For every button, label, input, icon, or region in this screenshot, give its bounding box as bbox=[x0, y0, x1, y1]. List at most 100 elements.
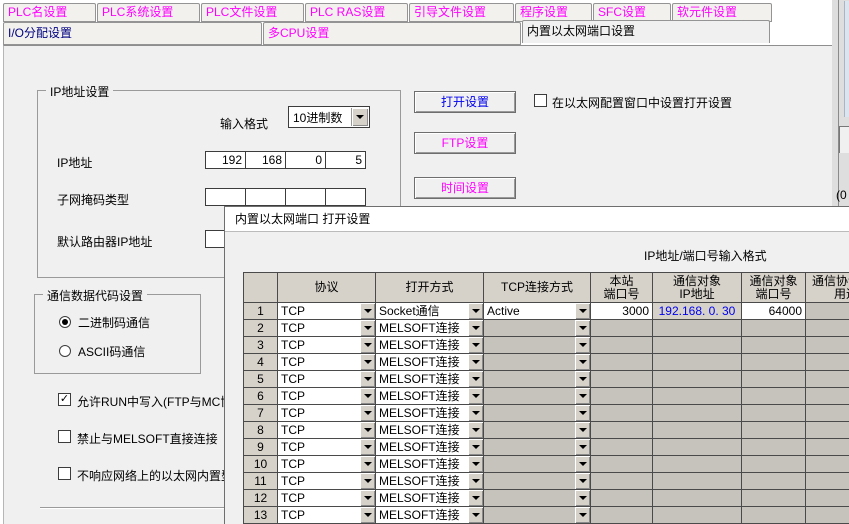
open-method-dropdown[interactable]: MELSOFT连接 bbox=[376, 439, 484, 456]
open-method-dropdown[interactable]: MELSOFT连接 bbox=[376, 371, 484, 388]
dropdown-arrow bbox=[364, 462, 372, 466]
tab-plc-ras[interactable]: PLC RAS设置 bbox=[305, 3, 408, 22]
protocol-dropdown[interactable]: TCP bbox=[278, 422, 376, 439]
subnet-octet-4[interactable] bbox=[325, 188, 366, 206]
chevron-down-icon[interactable] bbox=[360, 490, 375, 506]
open-method-dropdown[interactable]: MELSOFT连接 bbox=[376, 456, 484, 473]
tcp-mode-dropdown[interactable]: Active bbox=[484, 303, 591, 320]
allow-run-write-label[interactable]: 允许RUN中写入(FTP与MC协议) bbox=[77, 393, 248, 410]
dest-port-cell[interactable]: 64000 bbox=[742, 303, 806, 320]
host-port-cell[interactable]: 3000 bbox=[591, 303, 653, 320]
ip-octet-4[interactable]: 5 bbox=[325, 151, 366, 169]
time-settings-button[interactable]: 时间设置 bbox=[414, 177, 516, 199]
chevron-down-icon[interactable] bbox=[468, 303, 483, 319]
open-method-dropdown[interactable]: MELSOFT连接 bbox=[376, 388, 484, 405]
open-method-dropdown[interactable]: MELSOFT连接 bbox=[376, 337, 484, 354]
ftp-settings-button[interactable]: FTP设置 bbox=[414, 132, 516, 154]
chevron-down-icon[interactable] bbox=[360, 303, 375, 319]
chevron-down-icon[interactable] bbox=[360, 388, 375, 404]
input-format-select[interactable]: 10进制数 bbox=[288, 106, 370, 128]
disable-melsoft-direct-checkbox[interactable] bbox=[58, 430, 71, 443]
ethernet-config-window-checkbox[interactable] bbox=[534, 94, 547, 107]
open-method-dropdown[interactable]: MELSOFT连接 bbox=[376, 473, 484, 490]
protocol-dropdown[interactable]: TCP bbox=[278, 456, 376, 473]
allow-run-write-checkbox[interactable]: ✓ bbox=[58, 393, 71, 406]
ascii-comm-radio[interactable] bbox=[59, 345, 71, 357]
table-row: 8TCPMELSOFT连接 bbox=[244, 422, 849, 439]
chevron-down-icon[interactable] bbox=[468, 422, 483, 438]
tab-io-assignment[interactable]: I/O分配设置 bbox=[3, 22, 262, 45]
chevron-down-icon[interactable] bbox=[351, 108, 368, 126]
tab-plc-name[interactable]: PLC名设置 bbox=[3, 3, 96, 22]
open-method-dropdown[interactable]: MELSOFT连接 bbox=[376, 405, 484, 422]
binary-comm-radio[interactable] bbox=[59, 316, 71, 328]
host-port-cell bbox=[591, 507, 653, 524]
table-row: 6TCPMELSOFT连接 bbox=[244, 388, 849, 405]
chevron-down-icon[interactable] bbox=[468, 439, 483, 455]
tab-plc-file[interactable]: PLC文件设置 bbox=[201, 3, 304, 22]
chevron-down-icon[interactable] bbox=[468, 320, 483, 336]
tcp-mode-dropdown bbox=[484, 371, 591, 388]
protocol-dropdown[interactable]: TCP bbox=[278, 439, 376, 456]
ethernet-config-window-label[interactable]: 在以太网配置窗口中设置打开设置 bbox=[552, 94, 732, 111]
tab-boot-file[interactable]: 引导文件设置 bbox=[409, 3, 514, 22]
open-settings-button[interactable]: 打开设置 bbox=[414, 91, 516, 113]
dropdown-arrow bbox=[364, 496, 372, 500]
protocol-dropdown[interactable]: TCP bbox=[278, 473, 376, 490]
chevron-down-icon[interactable] bbox=[468, 337, 483, 353]
chevron-down-icon[interactable] bbox=[360, 405, 375, 421]
dest-ip-cell[interactable]: 192.168. 0. 30 bbox=[653, 303, 742, 320]
dest-ip-cell bbox=[653, 439, 742, 456]
no-response-network-label[interactable]: 不响应网络上的以太网内置型 bbox=[77, 467, 233, 484]
open-method-dropdown[interactable]: MELSOFT连接 bbox=[376, 490, 484, 507]
open-method-dropdown[interactable]: MELSOFT连接 bbox=[376, 354, 484, 371]
chevron-down-icon[interactable] bbox=[468, 456, 483, 472]
protocol-dropdown[interactable]: TCP bbox=[278, 490, 376, 507]
open-method-dropdown[interactable]: MELSOFT连接 bbox=[376, 507, 484, 524]
chevron-down-icon[interactable] bbox=[468, 388, 483, 404]
chevron-down-icon[interactable] bbox=[575, 303, 590, 319]
open-method-dropdown[interactable]: MELSOFT连接 bbox=[376, 320, 484, 337]
open-method-dropdown[interactable]: MELSOFT连接 bbox=[376, 422, 484, 439]
chevron-down-icon[interactable] bbox=[360, 456, 375, 472]
subnet-octet-2[interactable] bbox=[245, 188, 286, 206]
chevron-down-icon[interactable] bbox=[360, 354, 375, 370]
chevron-down-icon[interactable] bbox=[468, 371, 483, 387]
chevron-down-icon[interactable] bbox=[360, 320, 375, 336]
chevron-down-icon[interactable] bbox=[360, 473, 375, 489]
chevron-down-icon[interactable] bbox=[360, 439, 375, 455]
chevron-down-icon[interactable] bbox=[360, 337, 375, 353]
protocol-dropdown[interactable]: TCP bbox=[278, 405, 376, 422]
binary-comm-label[interactable]: 二进制码通信 bbox=[78, 314, 150, 331]
protocol-dropdown[interactable]: TCP bbox=[278, 354, 376, 371]
chevron-down-icon[interactable] bbox=[360, 371, 375, 387]
chevron-down-icon[interactable] bbox=[360, 422, 375, 438]
subnet-octet-3[interactable] bbox=[285, 188, 326, 206]
ip-octet-2[interactable]: 168 bbox=[245, 151, 286, 169]
protocol-dropdown[interactable]: TCP bbox=[278, 388, 376, 405]
dropdown-arrow bbox=[472, 343, 480, 347]
chevron-down-icon[interactable] bbox=[468, 405, 483, 421]
column-header-3: TCP连接方式 bbox=[484, 273, 591, 303]
ascii-comm-label[interactable]: ASCII码通信 bbox=[78, 343, 145, 360]
open-method-dropdown[interactable]: Socket通信 bbox=[376, 303, 484, 320]
tab-builtin-ethernet[interactable]: 内置以太网端口设置 bbox=[522, 20, 770, 43]
tab-plc-system[interactable]: PLC系统设置 bbox=[97, 3, 200, 22]
no-response-network-checkbox[interactable] bbox=[58, 467, 71, 480]
disable-melsoft-direct-label[interactable]: 禁止与MELSOFT直接连接 bbox=[77, 430, 218, 447]
ip-octet-1[interactable]: 192 bbox=[205, 151, 246, 169]
subnet-octet-1[interactable] bbox=[205, 188, 246, 206]
chevron-down-icon[interactable] bbox=[468, 473, 483, 489]
host-port-cell bbox=[591, 337, 653, 354]
chevron-down-icon[interactable] bbox=[360, 507, 375, 523]
chevron-down-icon[interactable] bbox=[468, 490, 483, 506]
protocol-dropdown[interactable]: TCP bbox=[278, 507, 376, 524]
tab-multi-cpu[interactable]: 多CPU设置 bbox=[263, 22, 521, 45]
chevron-down-icon[interactable] bbox=[468, 507, 483, 523]
ip-octet-3[interactable]: 0 bbox=[285, 151, 326, 169]
protocol-dropdown[interactable]: TCP bbox=[278, 371, 376, 388]
protocol-dropdown[interactable]: TCP bbox=[278, 303, 376, 320]
chevron-down-icon[interactable] bbox=[468, 354, 483, 370]
protocol-dropdown[interactable]: TCP bbox=[278, 337, 376, 354]
protocol-dropdown[interactable]: TCP bbox=[278, 320, 376, 337]
